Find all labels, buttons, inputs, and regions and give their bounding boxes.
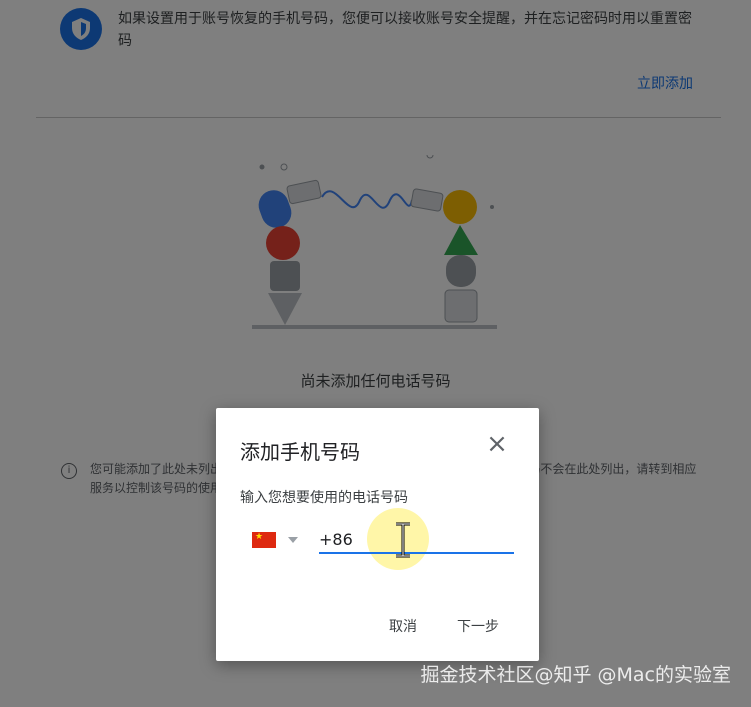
text-cursor-icon: [396, 522, 410, 558]
phone-number-input[interactable]: [319, 526, 514, 554]
cancel-button[interactable]: 取消: [381, 608, 425, 644]
dialog-subtitle: 输入您想要使用的电话号码: [240, 490, 408, 506]
caret-down-icon: [288, 537, 298, 543]
dialog-title: 添加手机号码: [240, 440, 360, 464]
country-selector[interactable]: ★: [252, 528, 304, 552]
add-phone-dialog: 添加手机号码 × 输入您想要使用的电话号码 ★ 取消 下一步: [216, 408, 539, 661]
watermark: 掘金技术社区@知乎 @Mac的实验室: [420, 664, 731, 686]
china-flag-icon: ★: [252, 532, 276, 548]
next-button[interactable]: 下一步: [449, 608, 507, 644]
close-icon[interactable]: ×: [485, 431, 509, 457]
